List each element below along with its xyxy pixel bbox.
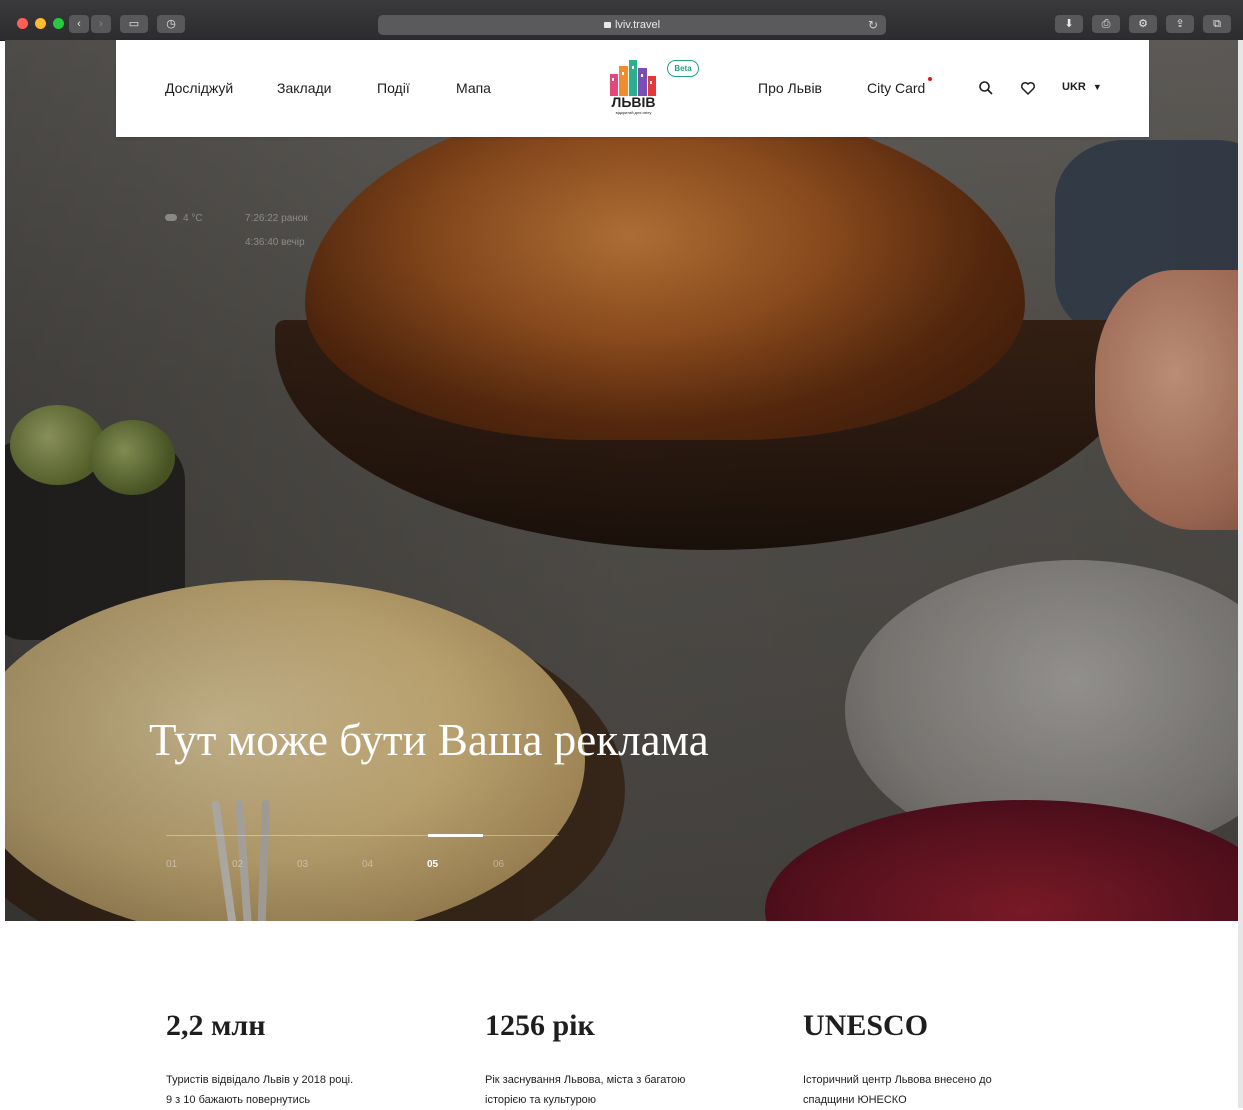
history-icon[interactable]: ◷ (157, 15, 185, 33)
site-header: Досліджуй Заклади Події Мапа ЛЬВІВ відкр… (116, 40, 1149, 137)
nav-map[interactable]: Мапа (456, 79, 491, 97)
language-label: UKR (1062, 81, 1086, 93)
print-icon[interactable]: ⎙ (1092, 15, 1120, 33)
stat-value: UNESCO (803, 1009, 929, 1042)
nav-city-card[interactable]: City Card (867, 79, 925, 97)
logo-text: ЛЬВІВ (611, 94, 656, 110)
stat-line: Рік заснування Львова, міста з багатою (485, 1074, 686, 1086)
sidebar-toggle-icon[interactable]: ▭ (120, 15, 148, 33)
url-text: lviv.travel (614, 19, 661, 31)
tabs-icon[interactable]: ⧉ (1203, 15, 1231, 33)
slider-active-indicator (428, 834, 483, 837)
hero-image (5, 40, 1243, 921)
browser-toolbar: ‹ › ▭ ◷ lviv.travel ↻ ⬇ ⎙ ⚙ ⇪ ⧉ (0, 0, 1243, 41)
language-selector[interactable]: UKR ▼ (1062, 81, 1102, 93)
address-bar[interactable]: lviv.travel ↻ (378, 15, 886, 35)
hero-overlay (5, 40, 1243, 921)
cloud-icon (165, 214, 177, 221)
hero-title: Тут може бути Ваша реклама (149, 715, 709, 765)
stat-line: історією та культурою (485, 1094, 597, 1106)
download-icon[interactable]: ⬇ (1055, 15, 1083, 33)
back-button[interactable]: ‹ (69, 15, 89, 33)
slide-tab[interactable]: 03 (297, 859, 308, 870)
stat-block: UNESCO Історичний центр Львова внесено д… (803, 1006, 1103, 1110)
nav-events[interactable]: Події (377, 79, 410, 97)
stat-value: 2,2 млн (166, 1009, 266, 1042)
nav-about-lviv[interactable]: Про Львів (758, 79, 822, 97)
slide-tab[interactable]: 01 (166, 859, 177, 870)
notification-dot (928, 77, 932, 81)
stat-line: Туристів відвідало Львів у 2018 році. (166, 1074, 354, 1086)
slide-tab-active[interactable]: 05 (427, 859, 438, 870)
heart-icon[interactable] (1020, 80, 1036, 96)
stat-description: Туристів відвідало Львів у 2018 році. 9 з… (166, 1070, 466, 1110)
nav-explore[interactable]: Досліджуй (165, 79, 233, 97)
sunset-text: 4:36:40 вечір (245, 237, 305, 248)
settings-icon[interactable]: ⚙ (1129, 15, 1157, 33)
stat-block: 2,2 млн Туристів відвідало Львів у 2018 … (166, 1006, 466, 1110)
search-icon[interactable] (978, 80, 994, 96)
stat-value: 1256 рік (485, 1009, 595, 1042)
share-icon[interactable]: ⇪ (1166, 15, 1194, 33)
stat-description: Рік заснування Львова, міста з багатою іс… (485, 1070, 785, 1110)
stat-description: Історичний центр Львова внесено до спадщи… (803, 1070, 1103, 1110)
temperature-text: 4 °C (183, 213, 203, 224)
slide-tab[interactable]: 02 (232, 859, 243, 870)
sunrise-text: 7:26:22 ранок (245, 213, 308, 224)
zoom-window-button[interactable] (53, 18, 64, 29)
logo-tagline: відкритий для світу (615, 110, 652, 115)
forward-button[interactable]: › (91, 15, 111, 33)
stat-line: 9 з 10 бажають повернутись (166, 1094, 311, 1106)
beta-badge: Beta (667, 60, 699, 77)
weather-temp: 4 °C (165, 213, 225, 224)
lock-icon (603, 22, 611, 28)
stat-line: спадщини ЮНЕСКО (803, 1094, 907, 1106)
slide-tab[interactable]: 04 (362, 859, 373, 870)
nav-places[interactable]: Заклади (277, 79, 331, 97)
page-scrollbar[interactable] (1238, 40, 1243, 1108)
stat-block: 1256 рік Рік заснування Львова, міста з … (485, 1006, 785, 1110)
reload-icon[interactable]: ↻ (868, 15, 878, 35)
site-logo[interactable]: ЛЬВІВ відкритий для світу (606, 56, 661, 118)
caret-down-icon: ▼ (1092, 82, 1102, 92)
close-window-button[interactable] (17, 18, 28, 29)
slide-tab[interactable]: 06 (493, 859, 504, 870)
minimize-window-button[interactable] (35, 18, 46, 29)
stat-line: Історичний центр Львова внесено до (803, 1074, 992, 1086)
slider-track (166, 835, 559, 836)
